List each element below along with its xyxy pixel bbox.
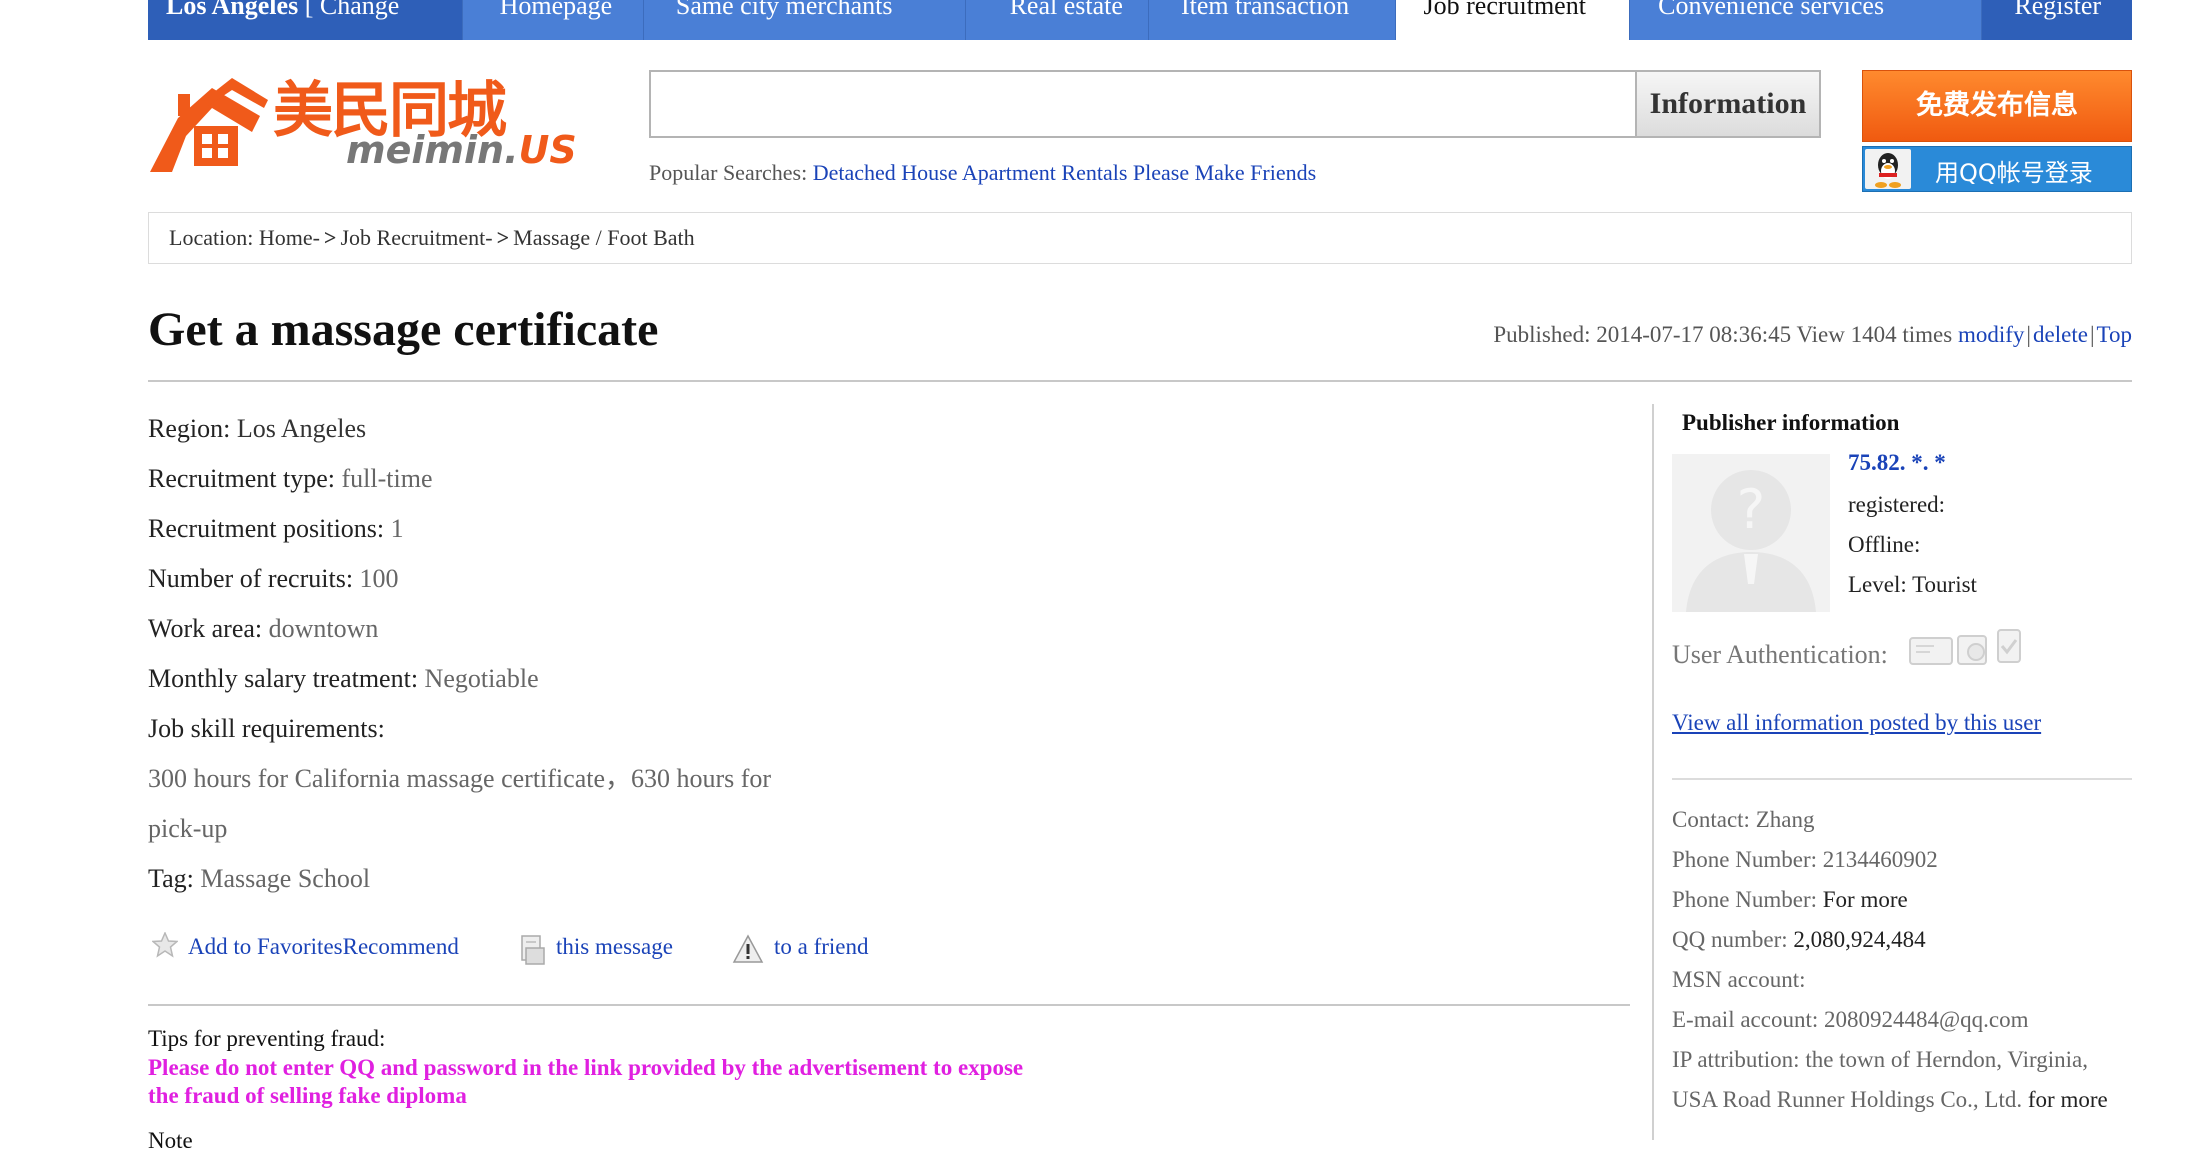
unknown-user-icon: ? [1686, 470, 1816, 612]
nav-same-city-merchants[interactable]: Same city merchants [644, 0, 966, 40]
contact-isp-more[interactable]: for more [2028, 1087, 2108, 1112]
nav-homepage[interactable]: Homepage [463, 0, 644, 40]
breadcrumb-separator: > [496, 225, 510, 250]
contact-isp: USA Road Runner Holdings Co., Ltd. for m… [1672, 1087, 2108, 1112]
detail-work-area: Work area: downtown [148, 614, 379, 643]
print-message-icon [521, 935, 545, 965]
site-logo[interactable]: 美民同城 meimin.US [148, 60, 577, 180]
search-button[interactable]: Information [1637, 70, 1821, 138]
print-message-link[interactable]: this message [556, 934, 673, 960]
detail-monthly-salary: Monthly salary treatment: Negotiable [148, 664, 539, 693]
warning-icon [732, 934, 764, 963]
divider [1672, 778, 2132, 780]
qq-login-button[interactable]: 用QQ帐号登录 [1862, 146, 2132, 192]
contact-phone-more[interactable]: Phone Number: For more [1672, 880, 2142, 920]
published-label: Published: [1493, 322, 1591, 347]
breadcrumb-separator: > [323, 225, 337, 250]
breadcrumb-label: Location: [169, 225, 254, 250]
contact-ip-attribution: IP attribution: the town of Herndon, Vir… [1672, 1047, 2088, 1072]
verified-phone-icon [1997, 629, 2021, 663]
publisher-info-title: Publisher information [1682, 410, 1900, 435]
logo-domain-text: meimin.US [346, 128, 577, 172]
divider [148, 1004, 1630, 1006]
qq-penguin-icon [1865, 149, 1911, 189]
sidebar-divider [1652, 404, 1654, 1140]
tag-link[interactable]: Massage School [200, 864, 370, 893]
job-details: Region: Los Angeles Recruitment type: fu… [148, 404, 1028, 904]
divider [148, 380, 2132, 382]
publisher-registered: registered: [1848, 492, 1946, 517]
detail-region: Region: Los Angeles [148, 414, 367, 443]
publisher-ip-link[interactable]: 75.82. *. * [1848, 450, 1946, 476]
nav-convenience-services[interactable]: Convenience services [1630, 0, 1983, 40]
avatar: ? [1672, 454, 1830, 612]
publisher-level: Level: Tourist [1848, 572, 1977, 597]
id-card-icon [1909, 637, 1953, 665]
city-switcher[interactable]: Los Angeles [ Change [148, 0, 463, 40]
house-logo-icon [150, 78, 268, 172]
detail-skill-requirements-label: Job skill requirements: [148, 714, 385, 743]
detail-skill-requirements-line1: 300 hours for California massage certifi… [148, 764, 772, 793]
free-publish-button[interactable]: 免费发布信息 [1862, 70, 2132, 142]
detail-skill-requirements-line2: pick-up [148, 814, 228, 843]
change-city-link[interactable]: [ Change [305, 0, 400, 20]
published-date: 2014-07-17 08:36:45 [1596, 322, 1792, 347]
breadcrumb-home[interactable]: Home- [259, 225, 320, 250]
modify-link[interactable]: modify [1958, 322, 2024, 347]
detail-tag: Tag: Massage School [148, 864, 371, 893]
nav-item-transaction[interactable]: Item transaction [1149, 0, 1396, 40]
qq-login-label: 用QQ帐号登录 [1935, 159, 2093, 187]
city-name: Los Angeles [166, 0, 299, 20]
certificate-icon [1957, 635, 1987, 665]
publisher-status: Offline: [1848, 532, 1921, 557]
fraud-tips-text: Please do not enter QQ and password in t… [148, 1055, 1024, 1108]
page-title: Get a massage certificate [148, 303, 659, 356]
top-navigation: Los Angeles [ Change Homepage Same city … [148, 0, 2133, 40]
breadcrumb: Location: Home- > Job Recruitment- > Massage… [148, 212, 2132, 264]
breadcrumb-job-recruitment[interactable]: Job Recruitment- [340, 225, 492, 250]
post-meta: Published: 2014-07-17 08:36:45 View 1404… [1493, 322, 2132, 347]
popular-link-make-friends[interactable]: Please Make Friends [1133, 160, 1316, 185]
add-to-favorites-link[interactable]: Add to FavoritesRecommend [188, 934, 459, 960]
detail-number-of-recruits: Number of recruits: 100 [148, 564, 399, 593]
detail-recruitment-type: Recruitment type: full-time [148, 464, 433, 493]
star-icon [152, 932, 178, 958]
popular-searches: Popular Searches: Detached House Apartme… [649, 160, 1316, 186]
delete-link[interactable]: delete [2033, 322, 2088, 347]
view-all-posts-link[interactable]: View all information posted by this user [1672, 710, 2041, 736]
register-link[interactable]: Register [1982, 0, 2133, 40]
top-link[interactable]: Top [2097, 322, 2132, 347]
fraud-tips-title: Tips for preventing fraud: [148, 1026, 386, 1051]
contact-msn: MSN account: [1672, 967, 1806, 992]
contact-qq: QQ number: 2,080,924,484 [1672, 927, 1926, 952]
contact-phone: Phone Number: 2134460902 [1672, 847, 1938, 872]
popular-link-apartment-rentals[interactable]: Apartment Rentals [962, 160, 1128, 185]
popular-link-detached-house[interactable]: Detached House [813, 160, 958, 185]
contact-email: E-mail account: 2080924484@qq.com [1672, 1007, 2029, 1032]
detail-recruitment-positions: Recruitment positions: 1 [148, 514, 404, 543]
nav-job-recruitment[interactable]: Job recruitment [1395, 0, 1631, 40]
view-count: View 1404 times [1796, 322, 1953, 347]
note-heading: Note [148, 1128, 193, 1153]
popular-searches-label: Popular Searches: [649, 160, 808, 185]
contact-name: Contact: Zhang [1672, 807, 1815, 832]
nav-real-estate[interactable]: Real estate [966, 0, 1149, 40]
breadcrumb-massage-foot-bath[interactable]: Massage / Foot Bath [513, 225, 695, 250]
user-authentication-label: User Authentication: [1672, 640, 1888, 669]
search-input[interactable] [649, 70, 1637, 138]
svg-text:?: ? [1737, 478, 1766, 541]
share-friend-link[interactable]: to a friend [774, 934, 869, 960]
contact-info: Contact: Zhang Phone Number: 2134460902 … [1672, 800, 2142, 1120]
